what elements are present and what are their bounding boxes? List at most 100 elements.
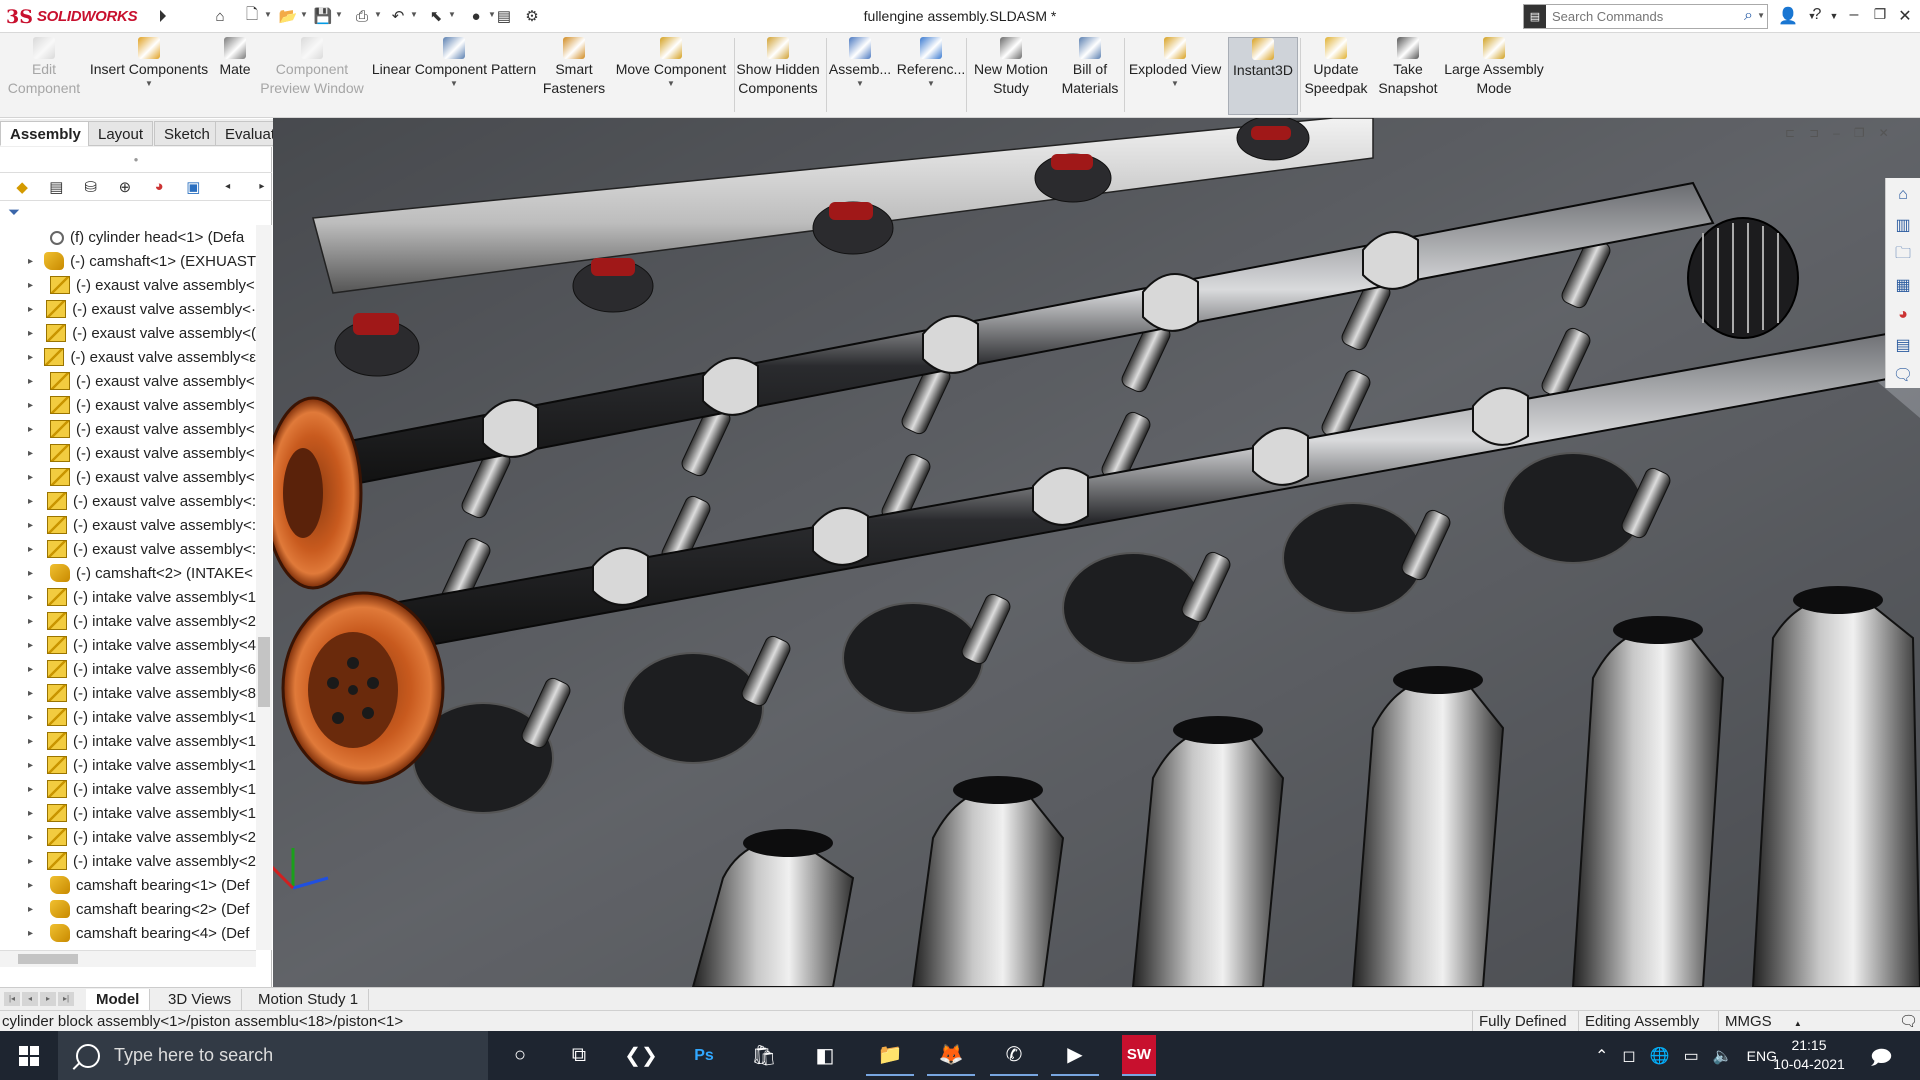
file-explorer-icon[interactable]: 📁: [866, 1035, 914, 1076]
expand-icon[interactable]: ▸: [28, 472, 42, 483]
options-icon[interactable]: ⚙: [520, 5, 544, 27]
expand-icon[interactable]: ▸: [28, 400, 42, 411]
tab-sketch[interactable]: Sketch: [154, 121, 220, 146]
solidworks-logo[interactable]: 3S SOLIDWORKS: [6, 3, 154, 30]
tree-item[interactable]: ▸ (-) intake valve assembly<1: [0, 729, 256, 753]
task-view-icon[interactable]: ⧉: [555, 1035, 603, 1076]
expand-icon[interactable]: ▸: [28, 808, 39, 819]
tree-item[interactable]: ▸ (-) exaust valve assembly<: [0, 393, 256, 417]
display-manager-tab-icon[interactable]: ◕: [149, 177, 169, 197]
cortana-icon[interactable]: ○: [496, 1035, 544, 1076]
chevron-down-icon[interactable]: ▼: [1171, 79, 1179, 89]
tree-horizontal-scroll-thumb[interactable]: [18, 954, 78, 964]
whatsapp-icon[interactable]: ✆: [990, 1035, 1038, 1076]
prev-tab-icon[interactable]: ◂: [22, 992, 38, 1006]
select-icon[interactable]: ⬉: [424, 5, 448, 27]
smart-fasteners-button[interactable]: Smart Fasteners: [540, 37, 608, 115]
print-icon[interactable]: ⎙: [350, 5, 374, 27]
chevron-down-icon[interactable]: ▼: [374, 10, 382, 19]
tree-item[interactable]: ▸ (-) intake valve assembly<1: [0, 777, 256, 801]
close-icon[interactable]: ✕: [1893, 6, 1917, 26]
tree-item[interactable]: ▸ camshaft bearing<1> (Def: [0, 873, 256, 897]
clock[interactable]: 21:15 10-04-2021: [1768, 1036, 1850, 1074]
expand-icon[interactable]: ▸: [28, 904, 42, 915]
user-icon[interactable]: 👤: [1776, 6, 1800, 26]
component-preview-window-button[interactable]: Component Preview Window: [258, 37, 366, 115]
expand-icon[interactable]: ▸: [28, 544, 39, 555]
app-icon[interactable]: ◧: [801, 1035, 849, 1076]
engine-model-render[interactable]: [273, 118, 1920, 987]
take-snapshot-button[interactable]: Take Snapshot: [1374, 37, 1442, 115]
tree-item[interactable]: ▸ (-) intake valve assembly<4: [0, 633, 256, 657]
tab-scroll-left-icon[interactable]: ◂: [218, 177, 238, 197]
tree-item[interactable]: ▸ (-) exaust valve assembly<: [0, 369, 256, 393]
tab-layout[interactable]: Layout: [88, 121, 154, 146]
tree-item[interactable]: ▸ (-) intake valve assembly<8: [0, 681, 256, 705]
chevron-down-icon[interactable]: ▼: [856, 79, 864, 89]
tree-item[interactable]: ▸ (-) camshaft<1> (EXHUAST: [0, 249, 256, 273]
tree-vertical-scrollbar[interactable]: [256, 225, 272, 950]
viewport-expand-icon[interactable]: ⊏: [1785, 126, 1795, 140]
chevron-down-icon[interactable]: ▼: [264, 10, 272, 19]
reference-geometry-button[interactable]: Referenc... ▼: [896, 37, 966, 115]
chevron-down-icon[interactable]: ▼: [1757, 11, 1765, 20]
chevron-down-icon[interactable]: ▼: [927, 79, 935, 89]
expand-icon[interactable]: ▸: [28, 280, 42, 291]
home-icon[interactable]: ⌂: [208, 5, 232, 27]
tree-item[interactable]: ▸ (-) intake valve assembly<1: [0, 585, 256, 609]
tree-item[interactable]: ▸ (-) intake valve assembly<1: [0, 801, 256, 825]
expand-icon[interactable]: ▸: [28, 688, 39, 699]
tree-item[interactable]: ▸(f) cylinder head<1> (Defa: [0, 225, 256, 249]
expand-icon[interactable]: ▸: [28, 640, 39, 651]
status-tooltip-icon[interactable]: 🗨: [1893, 1011, 1920, 1032]
search-commands-box[interactable]: ▤ ⌕ ▼: [1523, 4, 1768, 29]
tree-item[interactable]: ▸ (-) exaust valve assembly<(: [0, 321, 256, 345]
mate-button[interactable]: Mate: [216, 37, 254, 115]
expand-icon[interactable]: ▸: [28, 784, 39, 795]
last-tab-icon[interactable]: ▸|: [58, 992, 74, 1006]
store-icon[interactable]: 🛍: [740, 1035, 788, 1076]
insert-components-button[interactable]: Insert Components ▼: [88, 37, 210, 115]
exploded-view-button[interactable]: Exploded View ▼: [1126, 37, 1224, 115]
media-player-icon[interactable]: ▶: [1051, 1035, 1099, 1076]
tree-item[interactable]: ▸ (-) exaust valve assembly<: [0, 465, 256, 489]
chevron-down-icon[interactable]: ▼: [667, 79, 675, 89]
solidworks-taskbar-icon[interactable]: SW: [1122, 1035, 1156, 1076]
instant3d-button[interactable]: Instant3D: [1228, 37, 1298, 115]
bottom-tab-model[interactable]: Model: [86, 989, 151, 1010]
assembly-features-button[interactable]: Assemb... ▼: [826, 37, 894, 115]
exhaust-cam-pulley[interactable]: [273, 396, 363, 590]
bottom-tab-motion-study-1[interactable]: Motion Study 1: [248, 989, 370, 1010]
tree-item[interactable]: ▸ (-) intake valve assembly<6: [0, 657, 256, 681]
expand-icon[interactable]: ▸: [28, 664, 39, 675]
taskbar-search-box[interactable]: Type here to search: [58, 1031, 488, 1080]
first-tab-icon[interactable]: |◂: [4, 992, 20, 1006]
undo-icon[interactable]: ↶: [386, 5, 410, 27]
configuration-manager-tab-icon[interactable]: ⛁: [81, 177, 101, 197]
expand-icon[interactable]: ▸: [28, 760, 39, 771]
update-speedpak-button[interactable]: Update Speedpak: [1302, 37, 1370, 115]
expand-icon[interactable]: ▸: [28, 520, 39, 531]
tree-item[interactable]: ▸ (-) intake valve assembly<2: [0, 825, 256, 849]
file-explorer-pane-icon[interactable]: 🗀: [1889, 242, 1917, 268]
design-library-icon[interactable]: ▥: [1889, 212, 1917, 238]
next-tab-icon[interactable]: ▸: [40, 992, 56, 1006]
custom-properties-icon[interactable]: ▤: [1889, 332, 1917, 358]
visual-studio-code-icon[interactable]: ❮❯: [617, 1035, 665, 1076]
forum-icon[interactable]: 🗨: [1889, 362, 1917, 388]
rebuild-icon[interactable]: ●: [464, 5, 488, 27]
notifications-icon[interactable]: 🗩: [1870, 1043, 1892, 1077]
tree-item[interactable]: ▸ (-) intake valve assembly<1: [0, 705, 256, 729]
volume-icon[interactable]: 🔈: [1713, 1046, 1733, 1066]
viewport-close-icon[interactable]: ✕: [1879, 126, 1889, 140]
tree-item[interactable]: ▸ (-) exaust valve assembly<:: [0, 537, 256, 561]
graphics-area[interactable]: [273, 118, 1920, 987]
pane-grip[interactable]: ●: [0, 147, 272, 173]
solidworks-resources-icon[interactable]: ⌂: [1889, 182, 1917, 208]
viewport-minimize-icon[interactable]: –: [1833, 126, 1840, 140]
bill-of-materials-button[interactable]: Bill of Materials: [1056, 37, 1124, 115]
viewport-restore-icon[interactable]: ❐: [1854, 126, 1865, 140]
tree-item[interactable]: ▸ (-) exaust valve assembly<·: [0, 297, 256, 321]
expand-icon[interactable]: ▸: [28, 616, 39, 627]
search-icon[interactable]: ⌕: [1744, 7, 1753, 25]
